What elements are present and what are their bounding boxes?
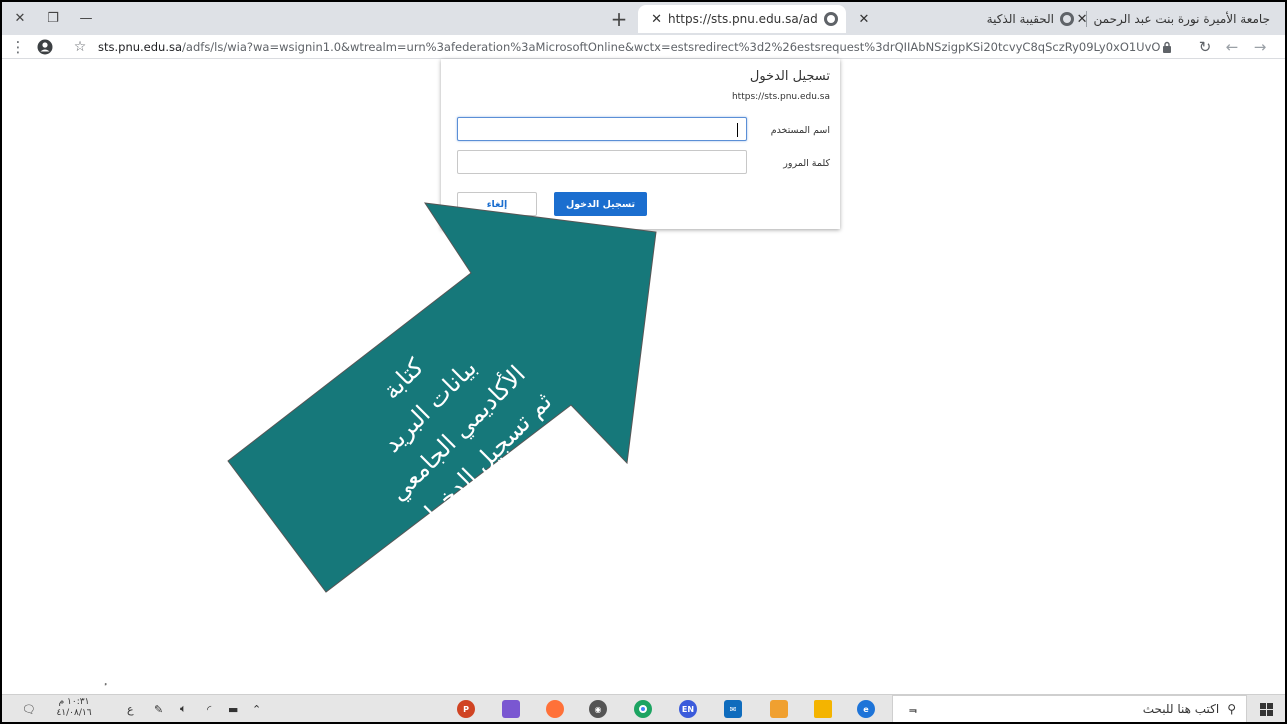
clock[interactable]: ١٠:٣١ م ٤١/٠٨/١٦ bbox=[54, 697, 94, 721]
globe-icon bbox=[824, 12, 838, 26]
taskbar-search-box[interactable]: ⚲ اكتب هنا للبحث bbox=[892, 695, 1247, 723]
start-button[interactable] bbox=[1247, 695, 1285, 723]
screen-capture-icon[interactable]: ◉ bbox=[589, 700, 607, 718]
username-label: اسم المستخدم bbox=[770, 125, 830, 136]
volume-icon[interactable]: 🔈︎ bbox=[180, 695, 187, 723]
password-label: كلمة المرور bbox=[783, 158, 830, 169]
input-language[interactable]: ع bbox=[127, 695, 134, 723]
app-icon[interactable] bbox=[502, 700, 520, 718]
pen-icon[interactable]: ✎ bbox=[154, 695, 163, 723]
tab-adfs[interactable]: https://sts.pnu.edu.sa/adfs/ls/wi ✕ bbox=[638, 5, 846, 33]
chrome-icon[interactable] bbox=[634, 700, 652, 718]
tab-title: جامعة الأميرة نورة بنت عبد الرحمن bbox=[1093, 12, 1270, 26]
store-icon[interactable] bbox=[770, 700, 788, 718]
tray-chevron-icon[interactable]: ⌃ bbox=[252, 695, 261, 723]
username-field[interactable] bbox=[457, 117, 747, 141]
language-icon[interactable]: EN bbox=[679, 700, 697, 718]
login-card: تسجيل الدخول https://sts.pnu.edu.sa اسم … bbox=[441, 59, 840, 229]
tab-close-icon[interactable]: ✕ bbox=[1077, 12, 1088, 27]
notifications-icon[interactable]: 🗨︎ bbox=[22, 695, 36, 723]
search-icon: ⚲ bbox=[1227, 702, 1236, 716]
powerpoint-icon[interactable]: P bbox=[457, 700, 475, 718]
url-path: /adfs/ls/wia?wa=wsignin1.0&wtrealm=urn%3… bbox=[182, 40, 1160, 54]
signin-button[interactable]: تسجيل الدخول bbox=[554, 192, 647, 216]
tab-pnu[interactable]: جامعة الأميرة نورة بنت عبد الرحمن ✕ bbox=[1077, 5, 1287, 33]
task-view-icon[interactable]: ⫬ bbox=[904, 700, 922, 718]
url-host: sts.pnu.edu.sa bbox=[98, 40, 183, 54]
forward-arrow-icon[interactable]: → bbox=[1250, 35, 1270, 59]
mail-icon[interactable]: ✉ bbox=[724, 700, 742, 718]
plus-icon: + bbox=[610, 7, 628, 31]
firefox-icon[interactable] bbox=[546, 700, 564, 718]
windows-logo-icon bbox=[1259, 702, 1273, 716]
star-icon[interactable]: ☆ bbox=[70, 35, 90, 59]
browser-toolbar: ⋮ ☆ sts.pnu.edu.sa/adfs/ls/wia?wa=wsigni… bbox=[2, 35, 1285, 59]
file-explorer-icon[interactable] bbox=[814, 700, 832, 718]
text-caret bbox=[737, 123, 738, 137]
login-site: https://sts.pnu.edu.sa bbox=[731, 92, 830, 102]
search-placeholder: اكتب هنا للبحث bbox=[1142, 702, 1220, 716]
restore-window-button[interactable]: ❐ bbox=[35, 2, 71, 35]
tab-title: الحقيبة الذكية bbox=[986, 12, 1054, 26]
tab-close-icon[interactable]: ✕ bbox=[651, 12, 662, 27]
wifi-icon[interactable]: ◜ bbox=[207, 695, 211, 723]
reload-icon[interactable]: ↻ bbox=[1195, 35, 1215, 59]
back-arrow-icon[interactable]: ← bbox=[1222, 35, 1242, 59]
windows-taskbar: ⚲ اكتب هنا للبحث ⫬ e ✉ EN ◉ P ⌃ ▬ ◜ 🔈︎ ✎… bbox=[2, 694, 1285, 723]
menu-dots-icon[interactable]: ⋮ bbox=[10, 35, 26, 59]
password-field[interactable] bbox=[457, 150, 747, 174]
tab-title: https://sts.pnu.edu.sa/adfs/ls/wi bbox=[668, 12, 818, 26]
address-bar[interactable]: sts.pnu.edu.sa/adfs/ls/wia?wa=wsignin1.0… bbox=[98, 35, 1160, 59]
close-window-button[interactable]: ✕ bbox=[2, 2, 38, 35]
tab-close-icon[interactable]: ✕ bbox=[859, 12, 870, 27]
battery-icon[interactable]: ▬ bbox=[228, 695, 238, 723]
browser-tab-strip: ✕ ❐ — + https://sts.pnu.edu.sa/adfs/ls/w… bbox=[2, 2, 1287, 35]
clock-time: ١٠:٣١ م bbox=[58, 697, 90, 707]
clock-date: ٤١/٠٨/١٦ bbox=[56, 708, 92, 718]
profile-icon[interactable] bbox=[34, 35, 56, 59]
cancel-button[interactable]: إلغاء bbox=[457, 192, 537, 216]
edge-icon[interactable]: e bbox=[857, 700, 875, 718]
tab-close-extra[interactable]: ✕ bbox=[850, 5, 878, 33]
new-tab-button[interactable]: + bbox=[606, 6, 632, 32]
minimize-window-button[interactable]: — bbox=[68, 2, 104, 35]
login-title: تسجيل الدخول bbox=[749, 69, 830, 84]
tab-smart-bag[interactable]: الحقيبة الذكية bbox=[952, 5, 1082, 33]
annotation-text: كتابة بيانات البريد الأكاديمي الجامعي ثم… bbox=[284, 259, 605, 580]
lock-icon bbox=[1163, 41, 1171, 53]
globe-icon bbox=[1060, 12, 1074, 26]
